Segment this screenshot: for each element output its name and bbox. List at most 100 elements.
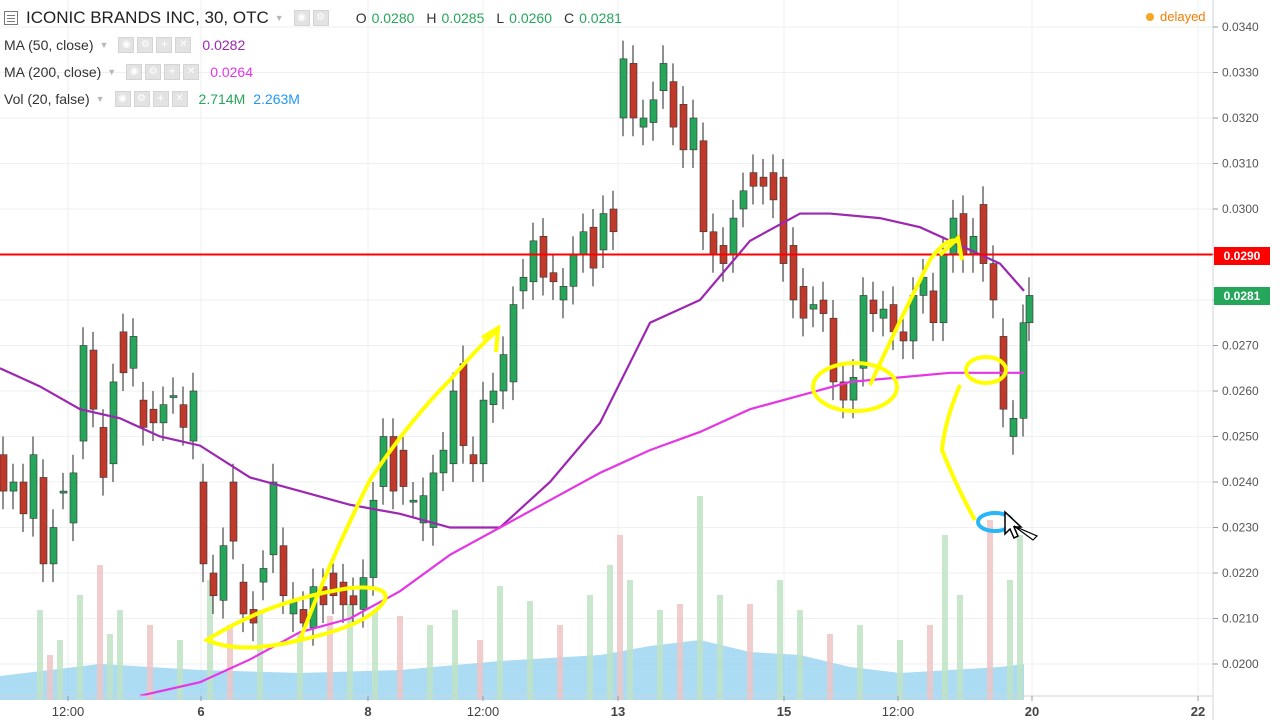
candle-down xyxy=(589,226,598,269)
indicator-name[interactable]: MA (200, close) xyxy=(4,64,101,80)
candle-down xyxy=(769,172,778,201)
candle-up xyxy=(189,390,198,442)
candle-down xyxy=(349,595,358,606)
time-tick-label: 6 xyxy=(197,704,204,719)
candle-up xyxy=(409,499,418,503)
candle-up xyxy=(129,336,138,369)
candle-up xyxy=(359,577,368,610)
volume-bar xyxy=(942,535,948,700)
chevron-down-icon[interactable]: ▼ xyxy=(107,67,116,77)
volume-bar xyxy=(227,625,233,700)
candle-up xyxy=(159,404,168,424)
delayed-status: delayed xyxy=(1146,9,1206,24)
volume-bar xyxy=(797,610,803,700)
ohlc-values: O 0.0280 H 0.0285 L 0.0260 C 0.0281 xyxy=(356,10,634,26)
candle-up xyxy=(939,254,948,324)
eye-icon[interactable]: ◉ xyxy=(126,64,143,80)
eye-icon[interactable]: ◉ xyxy=(293,10,310,26)
price-tick-label: 0.0340 xyxy=(1222,20,1259,34)
volume-bar xyxy=(857,625,863,700)
symbol-title[interactable]: ICONIC BRANDS INC, 30, OTC xyxy=(26,8,269,28)
indicator-value-ma: 2.263M xyxy=(253,91,300,107)
menu-icon[interactable] xyxy=(4,11,18,25)
plus-icon[interactable]: + xyxy=(152,91,169,107)
candle-down xyxy=(339,581,348,606)
volume-bar xyxy=(677,604,683,700)
time-tick-label: 15 xyxy=(777,704,791,719)
candle-up xyxy=(519,276,528,292)
settings-icon[interactable]: ⚙ xyxy=(137,37,154,53)
resistance-price-label: 0.0290 xyxy=(1214,247,1270,265)
candle-down xyxy=(0,454,8,492)
candle-up xyxy=(949,217,958,255)
volume-bar xyxy=(587,595,593,700)
candle-up xyxy=(739,190,748,210)
candle-up xyxy=(509,304,518,383)
candle-up xyxy=(109,381,118,465)
close-icon[interactable]: ✕ xyxy=(183,64,200,80)
volume-bar xyxy=(397,616,403,700)
moving-average-lines xyxy=(0,212,1213,697)
candle-up xyxy=(169,395,178,398)
price-tick-label: 0.0300 xyxy=(1222,202,1259,216)
settings-icon[interactable]: ⚙ xyxy=(312,10,329,26)
symbol-controls: ◉ ⚙ xyxy=(293,10,332,26)
candle-down xyxy=(89,349,98,410)
candle-down xyxy=(549,272,558,283)
volume-bar xyxy=(1017,535,1023,700)
eye-icon[interactable]: ◉ xyxy=(114,91,131,107)
close-icon[interactable]: ✕ xyxy=(175,37,192,53)
candle-down xyxy=(279,545,288,597)
time-tick-label: 13 xyxy=(611,704,625,719)
indicator-volume: Vol (20, false) ▼ ◉ ⚙ + ✕ 2.714M 2.263M xyxy=(4,87,300,111)
time-tick-label: 8 xyxy=(364,704,371,719)
volume-bar xyxy=(557,625,563,700)
chevron-down-icon[interactable]: ▼ xyxy=(99,40,108,50)
price-tick-label: 0.0320 xyxy=(1222,111,1259,125)
time-tick-label: 12:00 xyxy=(467,704,500,719)
price-tick-label: 0.0240 xyxy=(1222,475,1259,489)
candle-up xyxy=(529,240,538,283)
price-tick-label: 0.0310 xyxy=(1222,157,1259,171)
symbol-row: ICONIC BRANDS INC, 30, OTC ▼ ◉ ⚙ O 0.0280… xyxy=(0,6,634,30)
settings-icon[interactable]: ⚙ xyxy=(133,91,150,107)
candle-down xyxy=(229,481,238,542)
chevron-down-icon[interactable]: ▼ xyxy=(275,13,284,23)
indicator-ma50: MA (50, close) ▼ ◉ ⚙ + ✕ 0.0282 xyxy=(4,33,245,57)
candle-up xyxy=(579,231,588,255)
status-dot-icon xyxy=(1146,12,1154,21)
indicator-name[interactable]: Vol (20, false) xyxy=(4,91,90,107)
indicator-name[interactable]: MA (50, close) xyxy=(4,37,93,53)
candle-down xyxy=(119,331,128,374)
volume-bar xyxy=(452,610,458,700)
delayed-label: delayed xyxy=(1160,9,1206,24)
candle-down xyxy=(609,208,618,233)
volume-bar xyxy=(427,625,433,700)
candle-down xyxy=(829,317,838,383)
volume-bar xyxy=(107,634,113,700)
candle-up xyxy=(59,490,68,494)
candle-up xyxy=(69,472,78,524)
candle-down xyxy=(989,263,998,301)
eye-icon[interactable]: ◉ xyxy=(118,37,135,53)
plus-icon[interactable]: + xyxy=(164,64,181,80)
volume-ma-area xyxy=(0,640,1024,700)
low-key: L xyxy=(496,10,505,26)
candle-up xyxy=(559,286,568,301)
price-tick-label: 0.0230 xyxy=(1222,521,1259,535)
chevron-down-icon[interactable]: ▼ xyxy=(96,94,105,104)
candle-up xyxy=(269,481,278,556)
volume-bar xyxy=(957,595,963,700)
candle-down xyxy=(149,408,158,424)
candle-up xyxy=(429,472,438,528)
volume-bar xyxy=(327,616,333,700)
price-axis[interactable]: 0.0200 0.0210 0.0220 0.0230 0.0240 0.0250 0.02… xyxy=(1212,0,1259,720)
yellow-drawing-annotations xyxy=(202,234,1008,650)
indicator-value: 0.0264 xyxy=(210,64,254,80)
settings-icon[interactable]: ⚙ xyxy=(145,64,162,80)
plus-icon[interactable]: + xyxy=(156,37,173,53)
close-icon[interactable]: ✕ xyxy=(171,91,188,107)
volume-bar xyxy=(37,610,43,700)
candle-down xyxy=(99,427,108,478)
volume-bar xyxy=(777,580,783,700)
